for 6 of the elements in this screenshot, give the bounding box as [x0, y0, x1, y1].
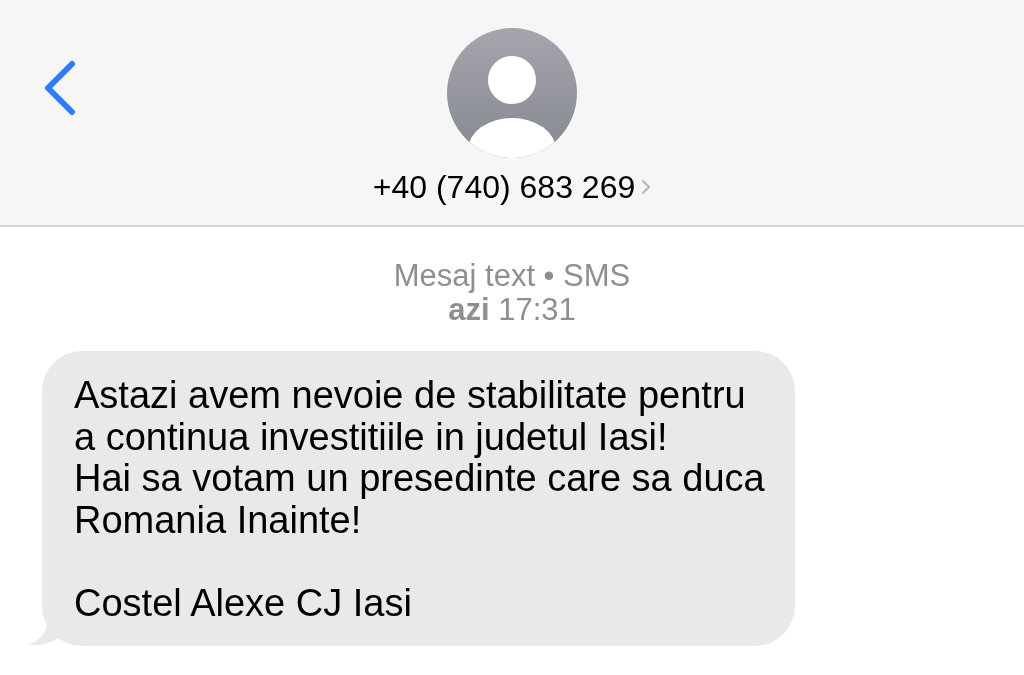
contact-number[interactable]: +40 (740) 683 269 — [372, 168, 636, 206]
back-icon[interactable] — [42, 60, 76, 116]
message-timestamp: azi 17:31 — [448, 293, 576, 327]
avatar-icon[interactable] — [447, 28, 577, 158]
chevron-icon — [641, 179, 652, 195]
message-service: Mesaj text • SMS — [393, 259, 631, 293]
